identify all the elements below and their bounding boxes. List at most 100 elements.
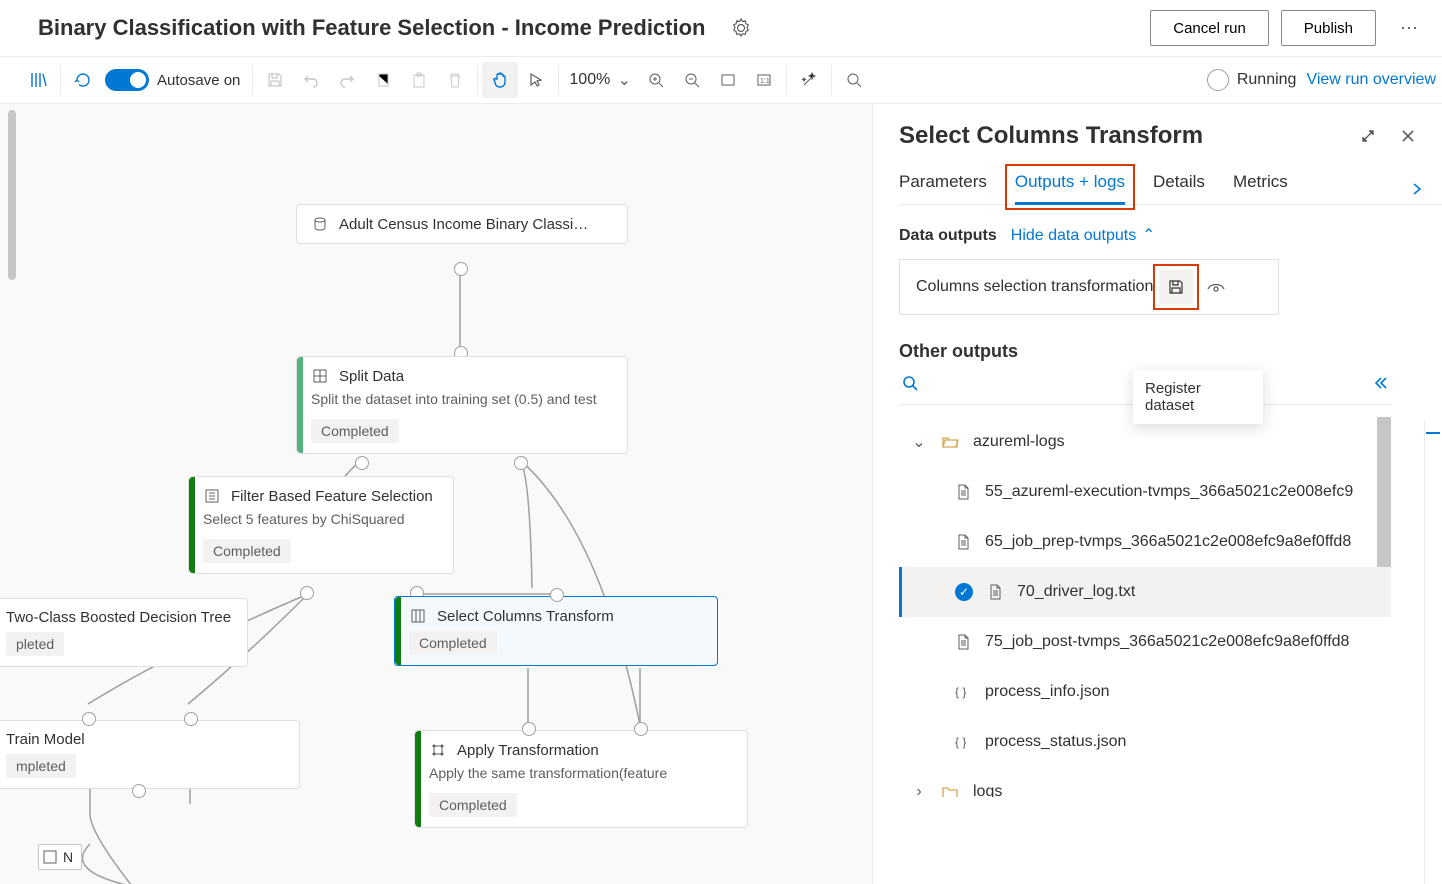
wand-icon[interactable]: [791, 62, 827, 98]
copy-icon[interactable]: [365, 62, 401, 98]
details-panel: Select Columns Transform Parameters Outp…: [872, 104, 1442, 884]
refresh-icon[interactable]: [65, 62, 101, 98]
file-icon: [955, 634, 971, 650]
search-icon[interactable]: [899, 372, 921, 394]
tree-scrollbar[interactable]: [1377, 417, 1391, 577]
gear-icon[interactable]: [730, 17, 752, 39]
node-boosted-tree[interactable]: Two-Class Boosted Decision Tree pleted: [0, 598, 248, 667]
other-outputs-label: Other outputs: [899, 341, 1442, 362]
preview-pane-collapsed[interactable]: [1424, 420, 1442, 884]
collapse-icon[interactable]: [1369, 372, 1391, 394]
expand-icon[interactable]: [1354, 122, 1382, 150]
tree-label: 75_job_post-tvmps_366a5021c2e008efc9a8ef…: [985, 633, 1349, 651]
tree-file[interactable]: 75_job_post-tvmps_366a5021c2e008efc9a8ef…: [899, 617, 1391, 667]
tree-folder[interactable]: › logs: [899, 767, 1391, 797]
tree-label: azureml-logs: [973, 433, 1065, 451]
node-filter-feature-selection[interactable]: Filter Based Feature Selection Select 5 …: [188, 476, 454, 574]
pointer-icon[interactable]: [518, 62, 554, 98]
module-icon: [311, 367, 329, 385]
hide-data-outputs-link[interactable]: Hide data outputs ⌃: [1011, 227, 1157, 245]
node-apply-transformation[interactable]: Apply Transformation Apply the same tran…: [414, 730, 748, 828]
zoom-in-icon[interactable]: [638, 62, 674, 98]
status-badge: Completed: [311, 419, 399, 443]
node-train-model[interactable]: Train Model mpleted: [0, 720, 300, 789]
autosave-label: Autosave on: [157, 72, 240, 89]
publish-button[interactable]: Publish: [1281, 10, 1376, 46]
search-icon[interactable]: [836, 62, 872, 98]
status-indicator-icon: [1207, 69, 1229, 91]
tab-parameters[interactable]: Parameters: [899, 172, 987, 204]
tree-file-selected[interactable]: ✓ 70_driver_log.txt: [899, 567, 1391, 617]
node-subtitle: Select 5 features by ChiSquared: [189, 507, 453, 535]
node-split-data[interactable]: Split Data Split the dataset into traini…: [296, 356, 628, 454]
node-partial[interactable]: N: [38, 844, 82, 870]
chevron-right-icon[interactable]: [1402, 174, 1432, 204]
tree-label: process_status.json: [985, 733, 1126, 751]
node-title: Adult Census Income Binary Classi…: [339, 216, 588, 233]
autosave-toggle[interactable]: [105, 69, 149, 91]
tree-folder[interactable]: ⌄ azureml-logs: [899, 417, 1391, 467]
tree-label: 70_driver_log.txt: [1017, 583, 1135, 601]
output-item: Columns selection transformation: [899, 259, 1279, 315]
status-badge: Completed: [203, 539, 291, 563]
redo-icon[interactable]: [329, 62, 365, 98]
node-dataset[interactable]: Adult Census Income Binary Classi…: [296, 204, 628, 244]
folder-open-icon: [941, 433, 959, 451]
svg-text:{ }: { }: [955, 735, 966, 749]
svg-text:1:1: 1:1: [760, 78, 770, 85]
tab-outputs-logs[interactable]: Outputs + logs: [1015, 172, 1125, 204]
more-icon[interactable]: ⋯: [1396, 17, 1422, 39]
status-label: Running: [1237, 71, 1297, 89]
node-title: Apply Transformation: [457, 742, 599, 759]
tab-metrics[interactable]: Metrics: [1233, 172, 1288, 204]
canvas-scrollbar[interactable]: [8, 110, 16, 280]
paste-icon[interactable]: [401, 62, 437, 98]
chevron-down-icon: ⌄: [911, 434, 927, 450]
node-select-columns-transform[interactable]: Select Columns Transform Completed: [394, 596, 718, 666]
tree-label: process_info.json: [985, 683, 1110, 701]
folder-icon: [941, 783, 959, 797]
file-icon: [987, 584, 1003, 600]
zoom-out-icon[interactable]: [674, 62, 710, 98]
close-icon[interactable]: [1394, 122, 1422, 150]
chevron-up-icon: ⌃: [1141, 227, 1157, 243]
node-title: Two-Class Boosted Decision Tree: [6, 609, 231, 626]
zoom-level[interactable]: 100% ⌄: [563, 71, 638, 89]
check-icon: ✓: [955, 583, 973, 601]
tree-file[interactable]: { } process_info.json: [899, 667, 1391, 717]
node-title: N: [63, 849, 73, 865]
output-name: Columns selection transformation: [916, 278, 1153, 296]
tree-label: logs: [973, 783, 1002, 797]
tree-file[interactable]: 55_azureml-execution-tvmps_366a5021c2e00…: [899, 467, 1391, 517]
preview-icon[interactable]: [1199, 270, 1233, 304]
status-badge: mpleted: [6, 754, 76, 778]
cancel-run-button[interactable]: Cancel run: [1150, 10, 1269, 46]
tree-label: 55_azureml-execution-tvmps_366a5021c2e00…: [985, 483, 1353, 501]
node-title: Filter Based Feature Selection: [231, 488, 433, 505]
module-icon: [203, 487, 221, 505]
save-icon[interactable]: [257, 62, 293, 98]
register-dataset-button[interactable]: [1159, 270, 1193, 304]
library-icon[interactable]: [20, 62, 56, 98]
fit-screen-icon[interactable]: [710, 62, 746, 98]
pan-icon[interactable]: [482, 62, 518, 98]
node-subtitle: Apply the same transformation(feature: [415, 761, 747, 789]
delete-icon[interactable]: [437, 62, 473, 98]
status-badge: Completed: [429, 793, 517, 817]
tree-file[interactable]: 65_job_prep-tvmps_366a5021c2e008efc9a8ef…: [899, 517, 1391, 567]
svg-text:{ }: { }: [955, 685, 966, 699]
chevron-down-icon: ⌄: [616, 72, 632, 88]
tree-file[interactable]: { } process_status.json: [899, 717, 1391, 767]
undo-icon[interactable]: [293, 62, 329, 98]
tooltip: Register dataset: [1133, 370, 1263, 424]
pipeline-canvas[interactable]: Adult Census Income Binary Classi… Split…: [0, 104, 872, 884]
module-icon: [429, 741, 447, 759]
actual-size-icon[interactable]: 1:1: [746, 62, 782, 98]
node-title: Train Model: [6, 731, 85, 748]
file-icon: [955, 534, 971, 550]
chevron-right-icon: ›: [911, 784, 927, 797]
view-run-link[interactable]: View run overview: [1306, 71, 1436, 89]
tab-details[interactable]: Details: [1153, 172, 1205, 204]
node-title: Split Data: [339, 368, 404, 385]
data-outputs-label: Data outputs: [899, 227, 997, 245]
